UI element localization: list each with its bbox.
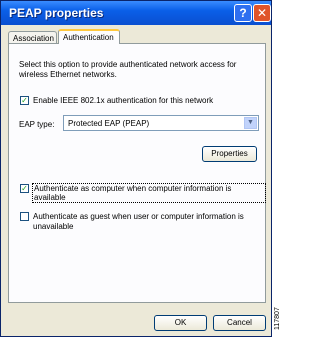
close-icon: ✕ [256,6,268,20]
enable-8021x-checkbox[interactable]: ✓ [20,96,29,105]
eap-type-select[interactable]: Protected EAP (PEAP) ▼ [63,115,259,131]
auth-as-computer-label: Authenticate as computer when computer i… [32,183,266,203]
enable-8021x-row[interactable]: ✓ Enable IEEE 802.1x authentication for … [20,96,213,105]
chevron-down-icon[interactable]: ▼ [244,117,257,129]
properties-button[interactable]: Properties [202,146,257,162]
auth-as-guest-checkbox[interactable] [20,212,29,221]
check-icon: ✓ [21,184,28,193]
help-icon: ? [239,6,247,20]
ok-button[interactable]: OK [154,315,207,331]
peap-properties-dialog: PEAP properties ? ✕ Association Authenti… [0,0,272,337]
window-title: PEAP properties [9,6,104,20]
auth-as-computer-checkbox[interactable]: ✓ [20,184,29,193]
auth-as-guest-label: Authenticate as guest when user or compu… [33,212,244,231]
auth-as-guest-row[interactable]: Authenticate as guest when user or compu… [20,212,255,232]
eap-type-label: EAP type: [19,120,55,129]
check-icon: ✓ [21,96,28,105]
cancel-button[interactable]: Cancel [213,315,266,331]
figure-id: 117807 [274,307,281,330]
title-bar: PEAP properties ? ✕ [1,1,271,25]
tab-authentication[interactable]: Authentication [58,29,120,44]
authentication-panel: Select this option to provide authentica… [8,43,266,303]
close-button[interactable]: ✕ [253,4,271,22]
auth-description: Select this option to provide authentica… [19,60,237,79]
help-button[interactable]: ? [234,4,252,22]
auth-as-computer-row[interactable]: ✓ Authenticate as computer when computer… [20,183,266,203]
eap-type-value: Protected EAP (PEAP) [68,119,150,128]
enable-8021x-label: Enable IEEE 802.1x authentication for th… [33,96,214,105]
